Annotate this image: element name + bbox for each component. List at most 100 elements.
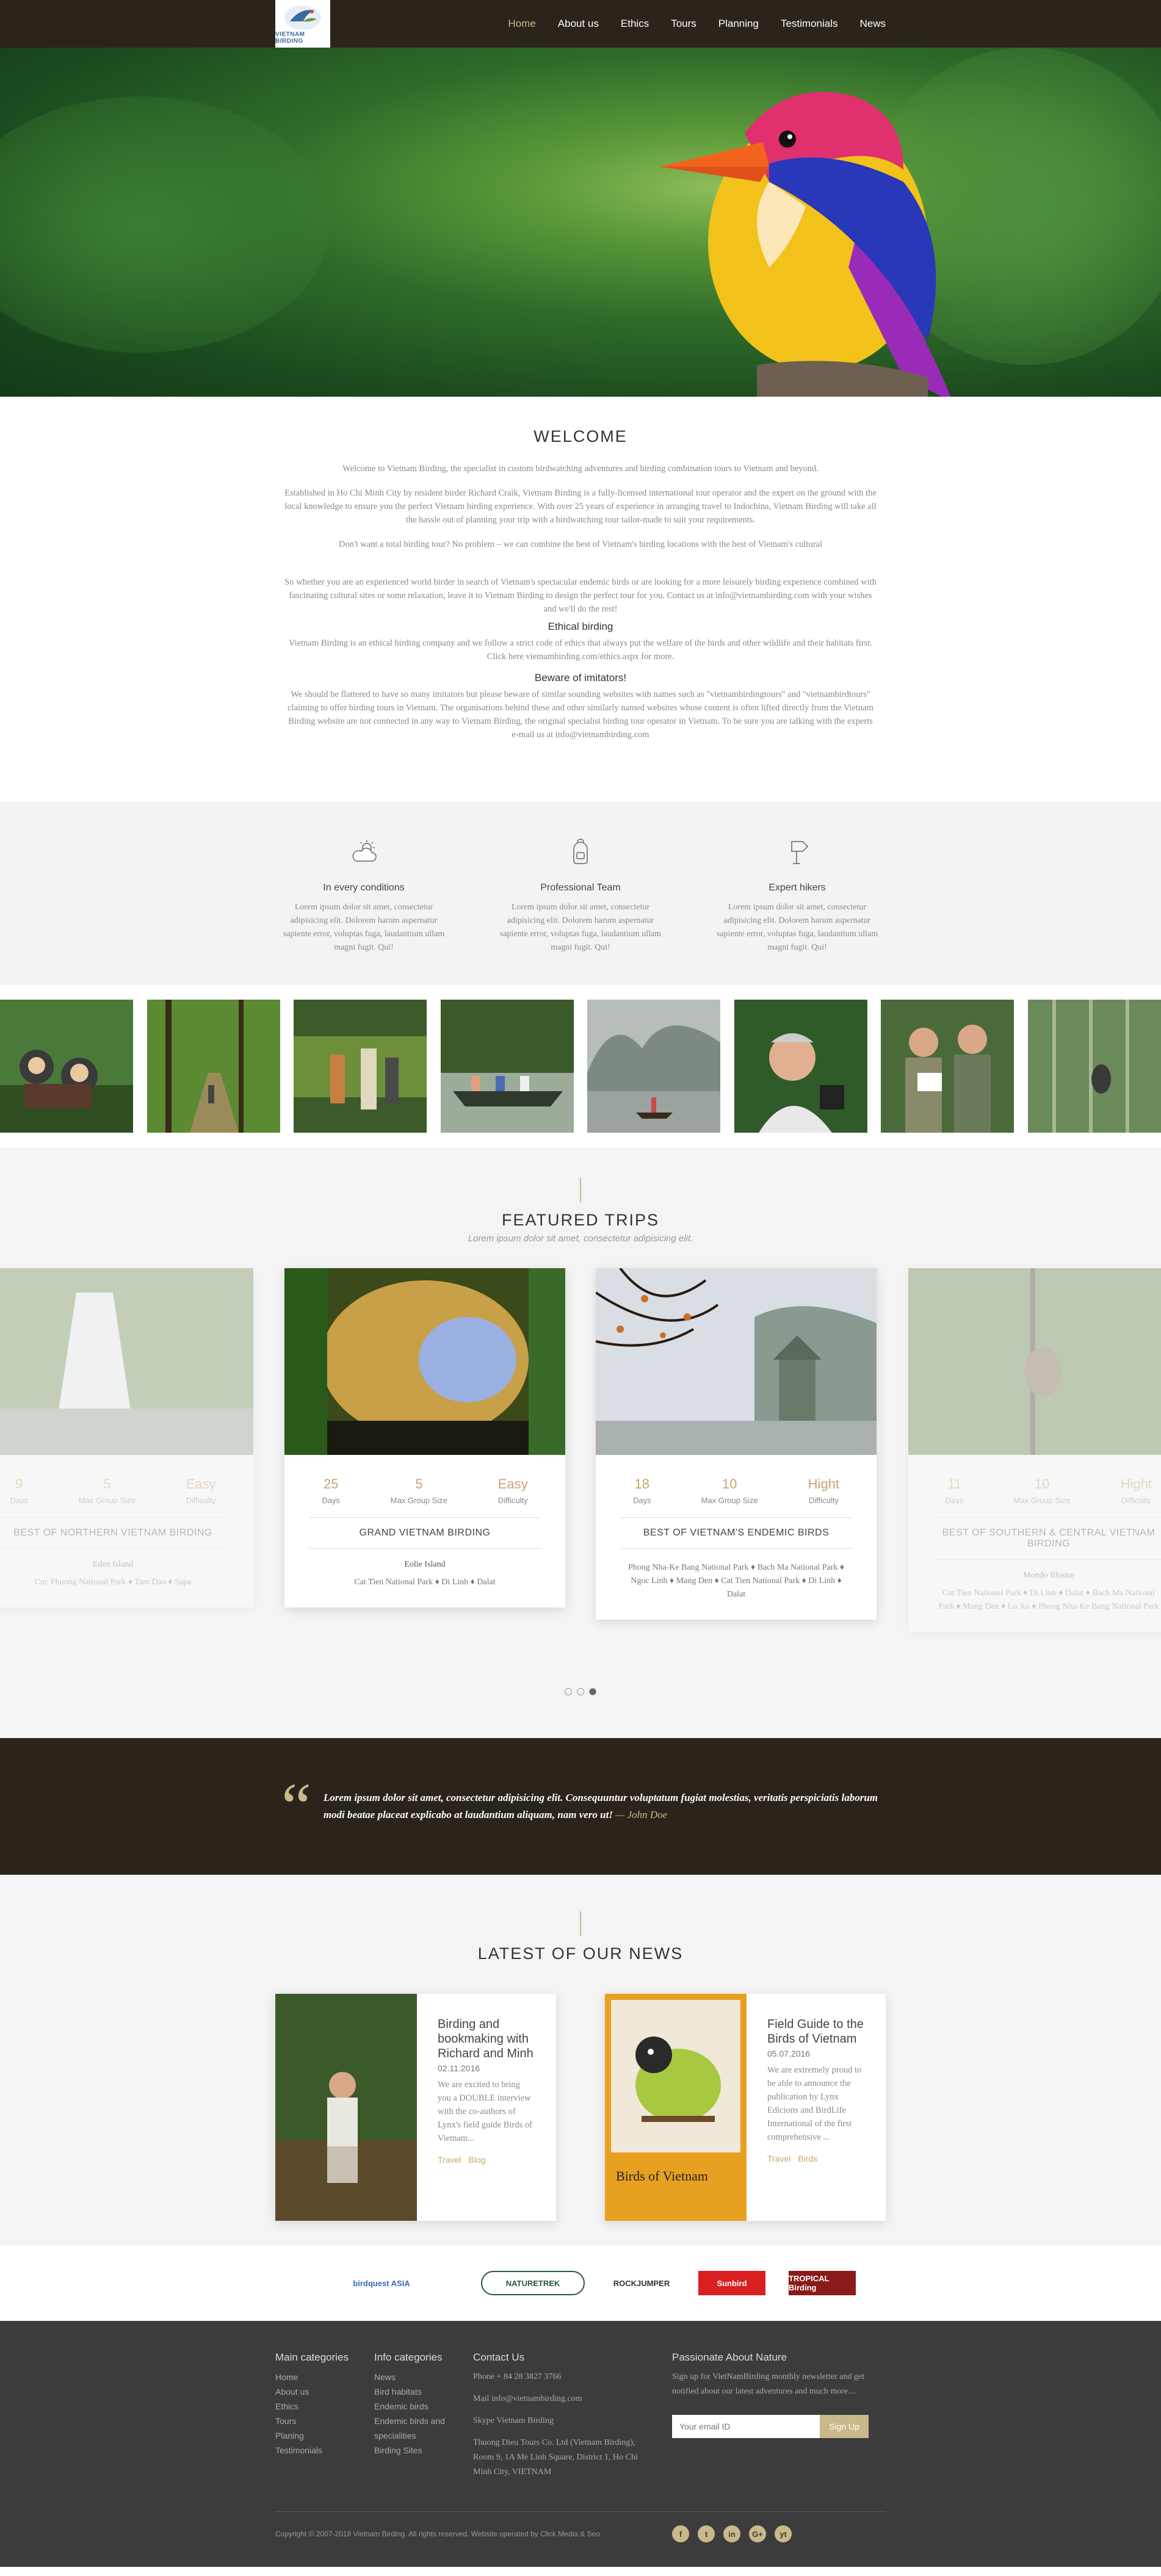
signpost-icon <box>791 841 809 864</box>
partner-logo-naturetrek[interactable]: NATURETREK <box>481 2271 585 2295</box>
trip-card[interactable]: 18 Days 10 Max Group Size Hight Difficulty … <box>595 1267 877 1620</box>
carousel-dot-active[interactable] <box>589 1688 596 1695</box>
partner-logo-tropical-birding[interactable]: TROPICAL Birding <box>789 2271 856 2295</box>
feature-title: Professional Team <box>540 882 621 893</box>
news-card[interactable]: Birding and bookmaking with Richard and … <box>275 1994 556 2221</box>
partner-logo-rockjumper[interactable]: ROCKJUMPER <box>608 2271 675 2295</box>
trip-group-label: Max Group Size <box>1013 1496 1071 1505</box>
news-card[interactable]: Birds of Vietnam Field Guide to the Bird… <box>605 1994 886 2221</box>
trip-card[interactable]: 25 Days 5 Max Group Size Easy Difficulty GR… <box>284 1268 565 1607</box>
news-title[interactable]: Birding and bookmaking with Richard and … <box>438 2017 535 2061</box>
nav-about[interactable]: About us <box>558 18 599 30</box>
gallery-photo-two-birders[interactable] <box>881 1000 1015 1133</box>
footer-mail[interactable]: Mail info@vietnambirding.com <box>473 2392 672 2406</box>
nav-news[interactable]: News <box>859 18 886 30</box>
carousel-pagination <box>565 1688 596 1695</box>
trip-image-hanoi-tower <box>595 1267 877 1455</box>
carousel-dot[interactable] <box>577 1688 584 1695</box>
features-section: In every conditions Lorem ipsum dolor si… <box>0 801 1161 985</box>
trip-image-cave <box>284 1268 565 1455</box>
footer-skype[interactable]: Skype Vietnam Birding <box>473 2414 672 2428</box>
partner-logo-sunbird[interactable]: Sunbird <box>698 2271 765 2295</box>
footer-link[interactable]: Tours <box>275 2414 374 2428</box>
youtube-icon[interactable]: yt <box>775 2525 792 2542</box>
top-nav-bar: VIETNAM BIRDING Home About us Ethics Tou… <box>0 0 1161 48</box>
news-tag[interactable]: Blog <box>468 2155 485 2165</box>
nav-testimonials[interactable]: Testimonials <box>781 18 838 30</box>
beware-text: We should be flattered to have so many i… <box>288 690 873 740</box>
trip-card[interactable]: 11 Days 10 Max Group Size Hight Difficulty … <box>908 1268 1161 1632</box>
feature-item: Professional Team Lorem ipsum dolor sit … <box>492 837 669 954</box>
newsletter-text: Sign up for VietNamBirding monthly newsl… <box>672 2372 865 2396</box>
twitter-icon[interactable]: t <box>698 2525 715 2542</box>
news-image-birder <box>275 1994 417 2221</box>
newsletter-signup-button[interactable]: Sign Up <box>820 2415 869 2438</box>
partner-logos: birdquest ASIA NATURETREK ROCKJUMPER Sun… <box>0 2245 1161 2321</box>
gallery-photo-forest-trail[interactable] <box>146 1000 280 1133</box>
footer-link[interactable]: Bird habitats <box>374 2384 473 2399</box>
instagram-icon[interactable]: in <box>723 2525 740 2542</box>
news-title[interactable]: Field Guide to the Birds of Vietnam <box>767 2017 865 2046</box>
welcome-whether: So whether you are an experienced world … <box>284 577 877 614</box>
footer-link[interactable]: Home <box>275 2370 374 2384</box>
footer-link[interactable]: Testimonials <box>275 2443 374 2458</box>
trip-name: GRAND VIETNAM BIRDING <box>309 1517 541 1549</box>
trip-difficulty: Easy <box>186 1476 216 1492</box>
nav-tours[interactable]: Tours <box>671 18 696 30</box>
feature-text: Lorem ipsum dolor sit amet, consectetur … <box>716 903 878 952</box>
facebook-icon[interactable]: f <box>672 2525 689 2542</box>
site-logo[interactable]: VIETNAM BIRDING <box>275 0 330 48</box>
gallery-photo-birders-group[interactable] <box>294 1000 427 1133</box>
footer-link[interactable]: Endemic birds <box>374 2399 473 2414</box>
logo-bird-icon <box>284 5 321 30</box>
partner-logo-birdquest[interactable]: birdquest ASIA <box>305 2271 458 2295</box>
trip-name: BEST OF VIETNAM'S ENDEMIC BIRDS <box>620 1517 852 1549</box>
latest-news-title: LATEST OF OUR NEWS <box>477 1944 684 1963</box>
nav-home[interactable]: Home <box>508 18 535 30</box>
footer-contact: Contact Us Phone + 84 28 3827 3766 Mail … <box>473 2351 672 2487</box>
trip-image-waterfall <box>0 1268 253 1455</box>
welcome-established: Established in Ho Chi Minh City by resid… <box>284 488 877 525</box>
news-image-book-cover: Birds of Vietnam <box>605 1994 747 2221</box>
welcome-intro: Welcome to Vietnam Birding, the speciali… <box>342 464 819 474</box>
footer-link[interactable]: News <box>374 2370 473 2384</box>
footer-phone[interactable]: Phone + 84 28 3827 3766 <box>473 2370 672 2384</box>
feature-title: In every conditions <box>323 882 405 893</box>
footer-info-categories: Info categories News Bird habitats Endem… <box>374 2351 473 2487</box>
trips-carousel: 9 Days 5 Max Group Size Easy Difficulty BES… <box>0 1267 1161 1695</box>
gallery-photo-boat-trip[interactable] <box>440 1000 574 1133</box>
trip-name: BEST OF SOUTHERN & CENTRAL VIETNAM BIRDI… <box>933 1517 1161 1560</box>
beware-heading: Beware of imitators! <box>534 672 627 684</box>
trip-card[interactable]: 9 Days 5 Max Group Size Easy Difficulty BES… <box>0 1268 253 1607</box>
google-plus-icon[interactable]: G+ <box>749 2525 766 2542</box>
footer-link[interactable]: Planing <box>275 2428 374 2443</box>
nav-planning[interactable]: Planning <box>718 18 759 30</box>
footer-link[interactable]: Endemic birds and specialities <box>374 2414 454 2443</box>
gallery-photo-birder-portrait[interactable] <box>734 1000 867 1133</box>
carousel-dot[interactable] <box>565 1688 572 1695</box>
site-footer: Main categories Home About us Ethics Tou… <box>0 2321 1161 2567</box>
trip-difficulty-label: Difficulty <box>497 1496 528 1505</box>
footer-link[interactable]: Ethics <box>275 2399 374 2414</box>
gallery-photo-bamboo[interactable] <box>1027 1000 1161 1133</box>
footer-link[interactable]: About us <box>275 2384 374 2399</box>
testimonial-quote: “ Lorem ipsum dolor sit amet, consectetu… <box>0 1738 1161 1875</box>
news-excerpt: We are excited to bring you a DOUBLE int… <box>438 2080 532 2143</box>
news-tag[interactable]: Travel <box>767 2154 790 2163</box>
main-nav: Home About us Ethics Tours Planning Test… <box>508 18 886 30</box>
logo-text: VIETNAM BIRDING <box>275 31 305 45</box>
footer-address: Thuong Dieu Tours Co. Ltd (Vietnam Birdi… <box>473 2438 638 2477</box>
trip-days-label: Days <box>322 1496 340 1505</box>
gallery-photo-river-karst[interactable] <box>587 1000 721 1133</box>
feature-item: Expert hikers Lorem ipsum dolor sit amet… <box>709 837 886 954</box>
newsletter-email-input[interactable] <box>672 2415 820 2438</box>
news-tag[interactable]: Birds <box>798 2154 817 2163</box>
trip-difficulty: Hight <box>1120 1476 1152 1492</box>
gallery-photo-langurs[interactable] <box>0 1000 133 1133</box>
footer-link[interactable]: Birding Sites <box>374 2443 473 2458</box>
quote-author: — John Doe <box>615 1809 668 1820</box>
nav-ethics[interactable]: Ethics <box>621 18 649 30</box>
feature-item: In every conditions Lorem ipsum dolor si… <box>275 837 452 954</box>
featured-trips-subtitle: Lorem ipsum dolor sit amet, consectetur … <box>468 1233 693 1244</box>
news-tag[interactable]: Travel <box>438 2155 461 2165</box>
